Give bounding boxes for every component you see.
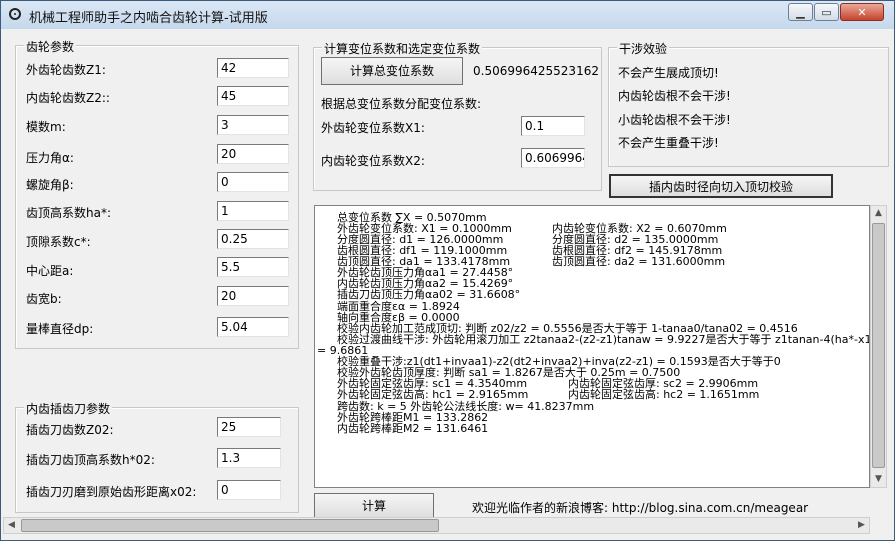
cutter-grind-distance-input[interactable]: 0 [217, 480, 281, 500]
helix-angle-input[interactable]: 0 [217, 172, 289, 192]
vertical-scroll-thumb[interactable] [872, 223, 885, 468]
pressure-angle-input[interactable]: 20 [217, 144, 289, 164]
center-distance-label: 中心距a: [26, 264, 74, 278]
radial-infeed-check-button[interactable]: 插内齿时径向切入顶切校验 [609, 174, 833, 198]
x2-label: 内齿轮变位系数X2: [321, 154, 425, 168]
z2-label: 内齿轮齿数Z2:: [26, 91, 110, 105]
cutter-grind-distance-label: 插齿刀刃磨到原始齿形距离x02: [26, 485, 197, 499]
helix-angle-label: 螺旋角β: [26, 178, 74, 192]
x1-label: 外齿轮变位系数X1: [321, 121, 425, 135]
distribute-shift-label: 根据总变位系数分配变位系数: [321, 97, 482, 111]
face-width-label: 齿宽b: [26, 292, 62, 306]
interference-title: 干涉效验 [617, 40, 670, 57]
horizontal-scroll-thumb[interactable] [21, 519, 439, 532]
z1-input[interactable]: 42 [217, 58, 289, 78]
cutter-addendum-input[interactable]: 1.3 [217, 448, 281, 468]
z1-label: 外齿轮齿数Z1: [26, 63, 106, 77]
output-line: 外齿轮固定弦齿高: hc1 = 2.9165mm [337, 388, 529, 401]
x1-input[interactable]: 0.1 [521, 116, 585, 136]
x2-input[interactable]: 0.60699642! [521, 148, 585, 168]
close-button[interactable]: ✕ [840, 3, 884, 21]
pin-diameter-label: 量棒直径dp: [26, 322, 94, 336]
output-line: 内齿轮固定弦齿高: hc2 = 1.1651mm [568, 388, 760, 401]
cutter-teeth-input[interactable]: 25 [217, 417, 281, 437]
cutter-addendum-label: 插齿刀齿顶高系数h*02: [26, 453, 155, 467]
results-output[interactable]: 总变位系数 ∑X = 0.5070mm 外齿轮变位系数: X1 = 0.1000… [314, 205, 870, 488]
window-horizontal-scrollbar[interactable]: ◀ ▶ [3, 517, 870, 534]
z2-input[interactable]: 45 [217, 86, 289, 106]
cutter-teeth-label: 插齿刀齿数Z02: [26, 423, 114, 437]
interference-result-1: 不会产生展成顶切! [618, 66, 719, 80]
module-input[interactable]: 3 [217, 115, 289, 135]
minimize-icon: ▁ [796, 6, 805, 19]
module-label: 模数m: [26, 120, 66, 134]
scroll-left-icon[interactable]: ◀ [4, 518, 19, 533]
scroll-right-icon[interactable]: ▶ [854, 518, 869, 533]
gear-params-title: 齿轮参数 [24, 38, 77, 55]
close-icon: ✕ [857, 6, 867, 19]
addendum-coeff-input[interactable]: 1 [217, 201, 289, 221]
app-window: 机械工程师助手之内啮合齿轮计算-试用版 ▁ ▭ ✕ 齿轮参数 外齿轮齿数Z1: … [0, 0, 895, 541]
app-logo-icon [9, 8, 21, 20]
title-bar: 机械工程师助手之内啮合齿轮计算-试用版 ▁ ▭ ✕ [1, 1, 894, 29]
interference-result-4: 不会产生重叠干涉! [618, 136, 719, 150]
maximize-button[interactable]: ▭ [814, 3, 839, 21]
scroll-down-icon[interactable]: ▼ [871, 472, 886, 487]
output-line: 内齿轮跨棒距M2 = 131.6461 [337, 422, 489, 435]
center-distance-input[interactable]: 5.5 [217, 257, 289, 277]
calculate-button[interactable]: 计算 [314, 493, 434, 519]
pressure-angle-label: 压力角α: [26, 151, 74, 165]
calc-total-shift-button[interactable]: 计算总变位系数 [321, 57, 463, 85]
total-shift-value: 0.506996425523162 [473, 64, 599, 78]
scroll-up-icon[interactable]: ▲ [871, 206, 886, 221]
clearance-coeff-label: 顶隙系数c*: [26, 235, 91, 249]
cutter-params-title: 内齿插齿刀参数 [24, 400, 113, 417]
addendum-coeff-label: 齿顶高系数ha*: [26, 206, 112, 220]
maximize-icon: ▭ [821, 6, 832, 19]
minimize-button[interactable]: ▁ [788, 3, 813, 21]
output-line: 插齿刀齿顶压力角αa02 = 31.6608° [337, 288, 521, 301]
interference-result-3: 小齿轮齿根不会干涉! [618, 113, 731, 127]
output-line: 齿顶圆直径: da2 = 131.6000mm [552, 255, 726, 268]
interference-result-2: 内齿轮齿根不会干涉! [618, 89, 731, 103]
pin-diameter-input[interactable]: 5.04 [217, 317, 289, 337]
output-line: 校验过渡曲线干涉: 外齿轮用滚刀加工 z2tanaa2-(z2-z1)tanaw… [337, 333, 870, 346]
clearance-coeff-input[interactable]: 0.25 [217, 229, 289, 249]
output-vertical-scrollbar[interactable]: ▲ ▼ [870, 205, 887, 488]
window-title: 机械工程师助手之内啮合齿轮计算-试用版 [29, 11, 268, 26]
shift-coeff-title: 计算变位系数和选定变位系数 [322, 40, 483, 57]
face-width-input[interactable]: 20 [217, 286, 289, 306]
blog-welcome-text: 欢迎光临作者的新浪博客: http://blog.sina.com.cn/mea… [472, 501, 809, 515]
